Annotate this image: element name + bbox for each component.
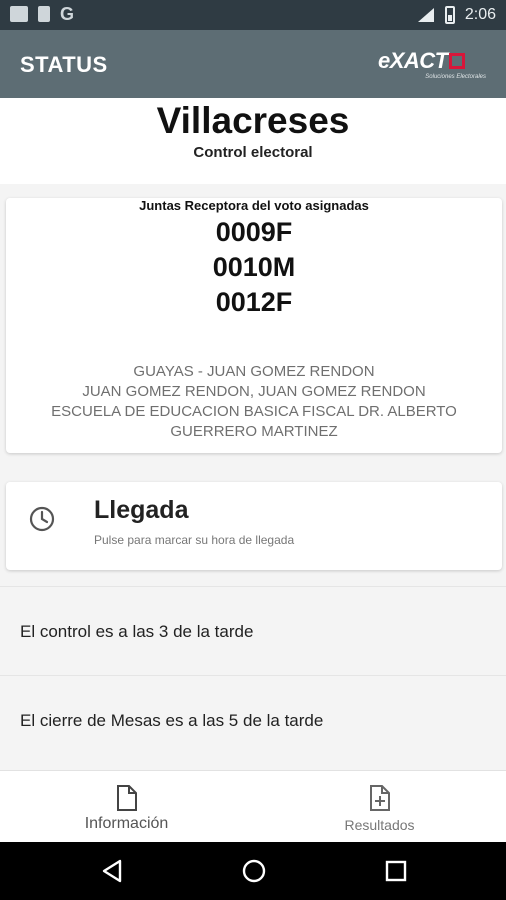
- info-row-text: El control es a las 3 de la tarde: [20, 622, 254, 641]
- notification-icons: G: [10, 4, 75, 24]
- recents-icon[interactable]: [385, 859, 407, 883]
- bottom-navigation: Información Resultados: [0, 770, 506, 842]
- status-bar: G 2:06: [0, 0, 506, 30]
- info-row-control: El control es a las 3 de la tarde: [0, 586, 506, 674]
- document-add-icon: [369, 785, 390, 811]
- location-line: GUAYAS - JUAN GOMEZ RENDON: [133, 363, 375, 380]
- info-row-cierre: El cierre de Mesas es a las 5 de la tard…: [0, 675, 506, 763]
- location-line: GUERRERO MARTINEZ: [170, 423, 338, 440]
- app-bar: STATUS eXACT Soluciones Electorales: [0, 30, 506, 98]
- location-line: ESCUELA DE EDUCACION BASICA FISCAL DR. A…: [51, 403, 457, 420]
- info-row-text: El cierre de Mesas es a las 5 de la tard…: [20, 711, 324, 730]
- clock-time: 2:06: [464, 6, 496, 23]
- tab-label: Información: [84, 815, 169, 832]
- user-name: Villacreses: [156, 100, 350, 141]
- user-header: Villacreses Control electoral: [0, 98, 506, 184]
- juntas-card: Juntas Receptora del voto asignadas 0009…: [6, 198, 502, 453]
- location-text: GUAYAS - JUAN GOMEZ RENDON JUAN GOMEZ RE…: [6, 362, 502, 442]
- tab-label: Resultados: [344, 817, 415, 833]
- storage-icon: [38, 6, 50, 22]
- junta-code: 0012F: [215, 287, 293, 317]
- exacto-logo: eXACT Soluciones Electorales: [378, 48, 488, 82]
- system-indicators: 2:06: [417, 6, 496, 24]
- battery-icon: [444, 6, 455, 24]
- tab-informacion[interactable]: Información: [0, 771, 253, 843]
- signal-icon: [417, 8, 434, 22]
- logo-o-mark: [448, 53, 465, 69]
- google-icon: G: [60, 4, 75, 24]
- llegada-subtitle: Pulse para marcar su hora de llegada: [94, 533, 295, 547]
- document-icon: [116, 785, 137, 811]
- tab-resultados[interactable]: Resultados: [253, 771, 506, 843]
- back-icon[interactable]: [101, 859, 123, 883]
- clock-icon: [29, 506, 55, 532]
- junta-code: 0009F: [215, 217, 293, 247]
- page-title: STATUS: [20, 52, 108, 77]
- juntas-label: Juntas Receptora del voto asignadas: [139, 198, 369, 213]
- junta-code: 0010M: [212, 252, 296, 282]
- junta-codes: 0009F 0010M 0012F: [6, 215, 502, 320]
- user-subtitle: Control electoral: [193, 144, 313, 161]
- system-navigation-bar: [0, 842, 506, 900]
- logo-text: eXACT: [378, 48, 448, 73]
- home-icon[interactable]: [242, 859, 266, 883]
- location-line: JUAN GOMEZ RENDON, JUAN GOMEZ RENDON: [82, 383, 426, 400]
- logo-tagline: Soluciones Electorales: [425, 74, 486, 80]
- llegada-button[interactable]: Llegada Pulse para marcar su hora de lle…: [6, 482, 502, 570]
- llegada-title: Llegada: [94, 496, 189, 524]
- gmail-icon: [10, 6, 28, 22]
